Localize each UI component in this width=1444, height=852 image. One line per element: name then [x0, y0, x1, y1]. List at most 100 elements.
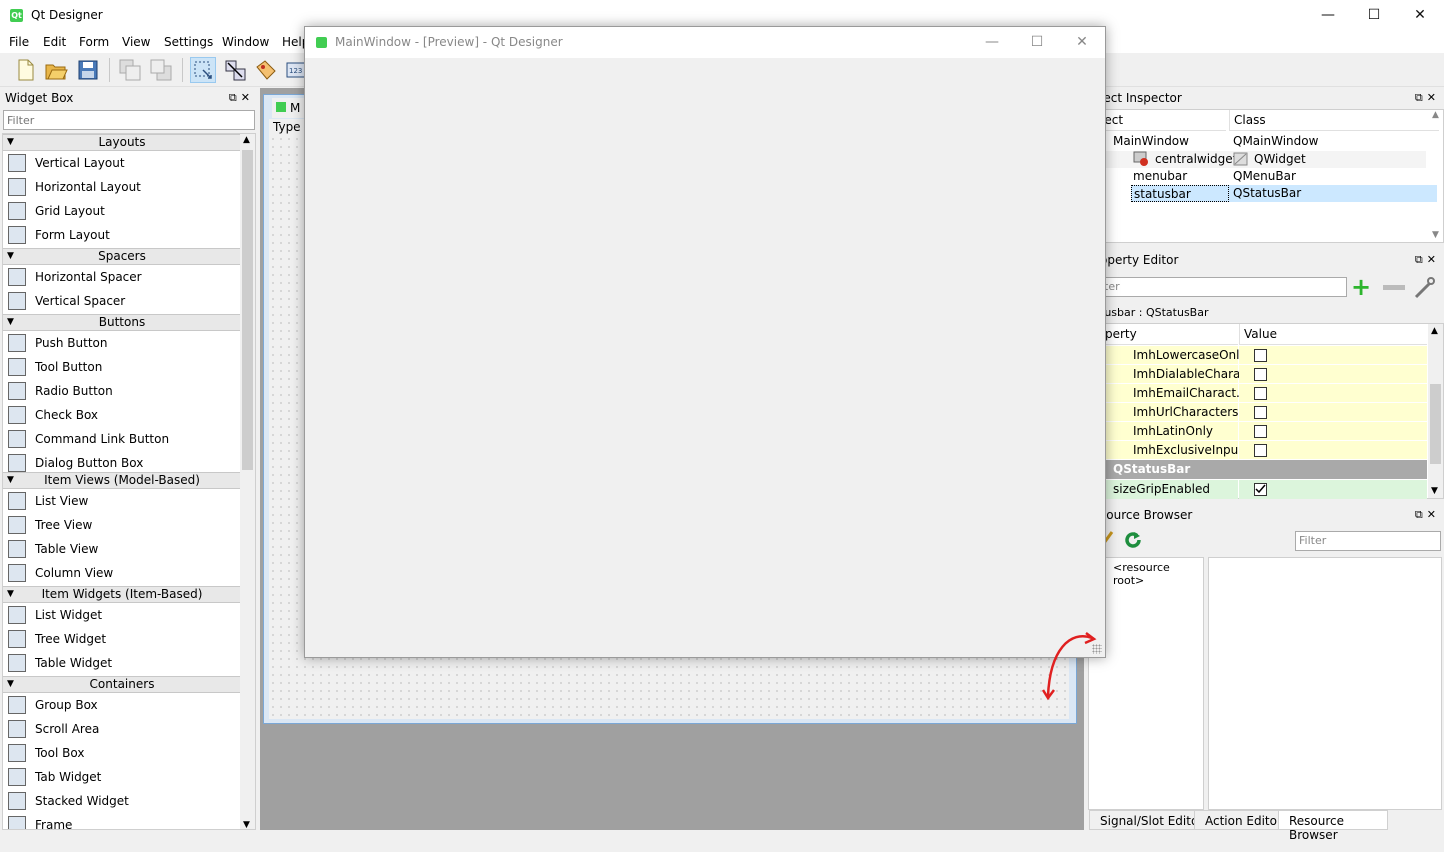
form-menu-placeholder[interactable]: Type	[273, 120, 301, 134]
property-column-header[interactable]: perty	[1101, 324, 1238, 345]
sizegripenabled-checkbox[interactable]	[1254, 483, 1267, 496]
configure-wrench-icon[interactable]	[1413, 276, 1435, 300]
preview-close-button[interactable]: ✕	[1059, 27, 1105, 58]
dock-float-close-icon[interactable]: ⧉✕	[229, 91, 254, 105]
category-buttons[interactable]: ▼ Buttons	[3, 314, 241, 331]
widget-item-column-view[interactable]: Column View	[5, 561, 241, 585]
property-row[interactable]: ImhEmailCharact...	[1101, 384, 1248, 402]
object-row-menubar[interactable]: menubar	[1133, 168, 1187, 185]
menu-form[interactable]: Form	[79, 35, 109, 49]
tab-resource-browser[interactable]: Resource Browser	[1278, 810, 1388, 842]
widget-item-tool-box[interactable]: Tool Box	[5, 741, 241, 765]
edit-widgets-icon[interactable]	[190, 57, 216, 83]
qstatusbar-section-header[interactable]: QStatusBar	[1101, 460, 1427, 479]
property-checkbox[interactable]	[1254, 406, 1267, 419]
widget-item-tool-button[interactable]: Tool Button	[5, 355, 241, 379]
close-button[interactable]: ✕	[1397, 0, 1443, 31]
category-item-views-model-based[interactable]: ▼ Item Views (Model-Based)	[3, 472, 241, 489]
object-tree-scrollbar[interactable]: ▲ ▼	[1428, 110, 1443, 242]
category-containers[interactable]: ▼ Containers	[3, 676, 241, 693]
preview-maximize-button[interactable]: ☐	[1014, 27, 1060, 58]
remove-dynamic-property-icon[interactable]	[1383, 285, 1405, 290]
add-dynamic-property-icon[interactable]: +	[1351, 275, 1377, 300]
category-spacers[interactable]: ▼ Spacers	[3, 248, 241, 265]
edit-buddies-icon[interactable]	[253, 57, 279, 83]
resource-browser-title: source Browser ⧉✕	[1100, 505, 1444, 525]
property-checkbox[interactable]	[1254, 387, 1267, 400]
property-sizegripenabled[interactable]: sizeGripEnabled	[1101, 480, 1238, 499]
menu-view[interactable]: View	[122, 35, 150, 49]
class-cell: QMenuBar	[1233, 169, 1296, 183]
widget-item-tab-widget[interactable]: Tab Widget	[5, 765, 241, 789]
widget-item-vertical-spacer[interactable]: Vertical Spacer	[5, 289, 241, 313]
category-item-widgets-item-based[interactable]: ▼ Item Widgets (Item-Based)	[3, 586, 241, 603]
resource-root-item[interactable]: <resource root>	[1113, 561, 1203, 587]
widget-item-check-box[interactable]: Check Box	[5, 403, 241, 427]
widget-item-stacked-widget[interactable]: Stacked Widget	[5, 789, 241, 813]
widget-item-tree-view[interactable]: Tree View	[5, 513, 241, 537]
widget-item-frame[interactable]: Frame	[5, 813, 241, 829]
menu-window[interactable]: Window	[222, 35, 269, 49]
widget-item-horizontal-spacer[interactable]: Horizontal Spacer	[5, 265, 241, 289]
resource-filter-input[interactable]: Filter	[1295, 531, 1441, 551]
widget-item-push-button[interactable]: Push Button	[5, 331, 241, 355]
menu-settings[interactable]: Settings	[164, 35, 213, 49]
reload-icon[interactable]	[1122, 529, 1144, 551]
category-layouts[interactable]: ▼ Layouts	[3, 134, 241, 151]
widget-item-horizontal-layout[interactable]: Horizontal Layout	[5, 175, 241, 199]
send-to-back-icon[interactable]	[117, 57, 143, 83]
object-row-mainwindow[interactable]: MainWindow	[1113, 133, 1189, 150]
minimize-button[interactable]: —	[1305, 0, 1351, 31]
property-table-scrollbar[interactable]: ▲ ▼	[1428, 324, 1443, 498]
widget-item-form-layout[interactable]: Form Layout	[5, 223, 241, 247]
property-checkbox[interactable]	[1254, 425, 1267, 438]
bring-to-front-icon[interactable]	[148, 57, 174, 83]
qt-app-icon	[316, 37, 327, 48]
property-checkbox[interactable]	[1254, 444, 1267, 457]
object-column-header[interactable]: ject	[1101, 110, 1226, 131]
property-filter-input[interactable]: ter	[1100, 277, 1347, 297]
dock-float-close-icon[interactable]: ⧉✕	[1415, 91, 1440, 105]
dock-float-close-icon[interactable]: ⧉✕	[1415, 253, 1440, 267]
value-column-header[interactable]: Value	[1239, 324, 1427, 345]
property-checkbox[interactable]	[1254, 368, 1267, 381]
class-column-header[interactable]: Class	[1229, 110, 1439, 131]
widget-list: ▼ Layouts Vertical Layout Horizontal Layout…	[2, 133, 256, 830]
widget-item-table-widget[interactable]: Table Widget	[5, 651, 241, 675]
property-row[interactable]: ImhLatinOnly	[1101, 422, 1238, 440]
widget-list-scrollbar[interactable]: ▲ ▼	[240, 134, 255, 829]
widget-item-vertical-layout[interactable]: Vertical Layout	[5, 151, 241, 175]
widget-item-grid-layout[interactable]: Grid Layout	[5, 199, 241, 223]
maximize-button[interactable]: ☐	[1351, 0, 1397, 31]
widget-filter-input[interactable]	[3, 110, 255, 130]
widget-item-label: Check Box	[35, 408, 99, 422]
widget-item-scroll-area[interactable]: Scroll Area	[5, 717, 241, 741]
widget-item-tree-widget[interactable]: Tree Widget	[5, 627, 241, 651]
resource-file-list[interactable]	[1208, 557, 1442, 810]
dock-float-close-icon[interactable]: ⧉✕	[1415, 508, 1440, 522]
object-row-statusbar[interactable]: statusbar	[1131, 185, 1229, 202]
property-checkbox[interactable]	[1254, 349, 1267, 362]
widget-item-table-view[interactable]: Table View	[5, 537, 241, 561]
widget-item-radio-button[interactable]: Radio Button	[5, 379, 241, 403]
menu-file[interactable]: File	[9, 35, 29, 49]
widget-item-list-view[interactable]: List View	[5, 489, 241, 513]
new-file-icon[interactable]	[12, 57, 38, 83]
property-row[interactable]: ImhDialableChara...	[1101, 365, 1252, 383]
widget-item-command-link-button[interactable]: Command Link Button	[5, 427, 241, 451]
vertical-spacer-icon	[8, 292, 26, 310]
preview-minimize-button[interactable]: —	[969, 27, 1015, 58]
preview-window[interactable]: MainWindow - [Preview] - Qt Designer — ☐…	[304, 26, 1106, 658]
menu-edit[interactable]: Edit	[43, 35, 66, 49]
preview-title-bar[interactable]: MainWindow - [Preview] - Qt Designer — ☐…	[305, 27, 1105, 58]
save-icon[interactable]	[75, 57, 101, 83]
widget-item-group-box[interactable]: Group Box	[5, 693, 241, 717]
edit-signals-slots-icon[interactable]	[222, 57, 248, 83]
property-row[interactable]: ImhLowercaseOnly	[1101, 346, 1247, 364]
property-row[interactable]: ImhUrlCharacters...	[1101, 403, 1250, 421]
open-folder-icon[interactable]	[43, 57, 69, 83]
widget-item-list-widget[interactable]: List Widget	[5, 603, 241, 627]
chevron-down-icon: ▼	[7, 679, 14, 689]
property-row[interactable]: ImhExclusiveInpu...	[1101, 441, 1250, 459]
object-row-centralwidget[interactable]: centralwidget	[1155, 151, 1237, 168]
